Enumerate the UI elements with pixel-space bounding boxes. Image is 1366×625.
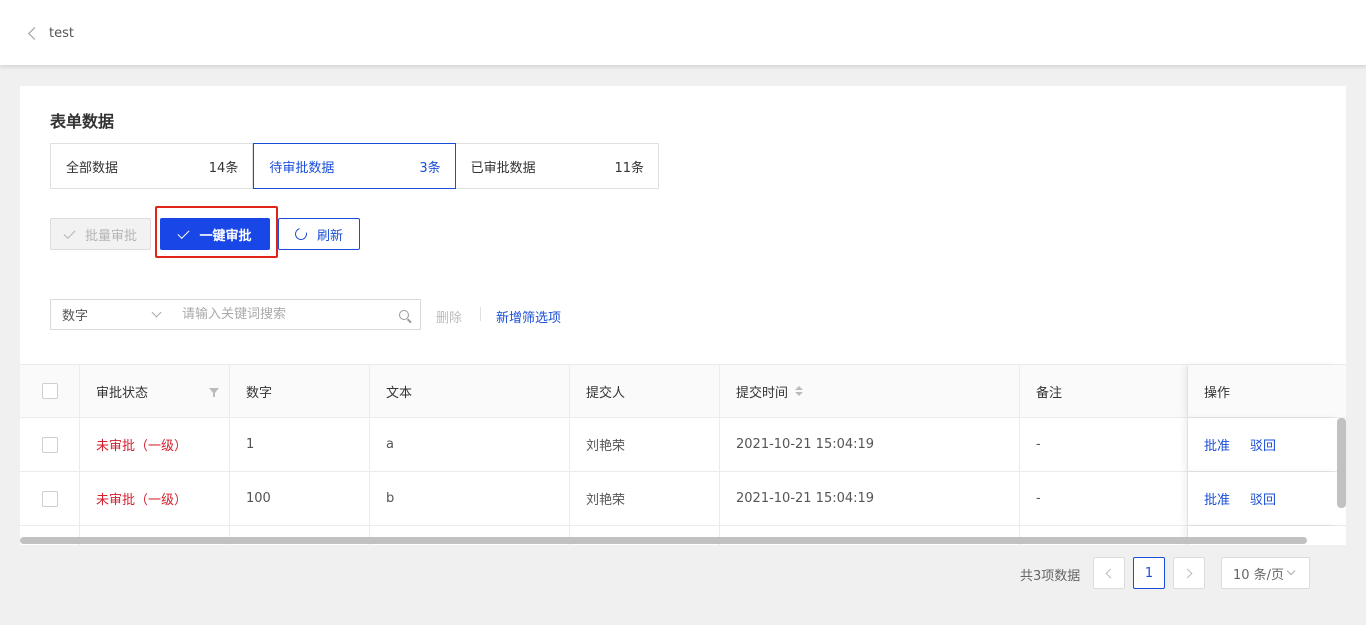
- time-cell: 2021-10-21 15:04:19: [720, 418, 1020, 471]
- table-row: 未审批（一级） 1 a 刘艳荣 2021-10-21 15:04:19 - 批准…: [20, 418, 1346, 472]
- status-cell: 未审批（一级）: [80, 418, 230, 471]
- column-title: 备注: [1036, 385, 1063, 401]
- horizontal-scrollbar[interactable]: [20, 537, 1307, 544]
- chevron-down-icon: [151, 307, 162, 318]
- filter-field-select[interactable]: 数字: [50, 299, 172, 330]
- pagination-total: 共3项数据: [1020, 569, 1081, 584]
- tab-label: 全部数据: [66, 160, 119, 176]
- form-data-card: 表单数据 全部数据 14条 待审批数据 3条 已审批数据 11条 批量审批 一键…: [20, 86, 1346, 545]
- column-header-actions: 操作: [1188, 365, 1338, 417]
- check-icon: [177, 226, 190, 239]
- refresh-button[interactable]: 刷新: [278, 218, 360, 250]
- row-checkbox[interactable]: [42, 436, 58, 453]
- reject-link[interactable]: 驳回: [1250, 435, 1276, 454]
- column-title: 文本: [386, 385, 413, 401]
- one-click-approve-button[interactable]: 一键审批: [160, 218, 270, 250]
- prev-page-button[interactable]: [1093, 557, 1125, 589]
- check-icon: [63, 226, 76, 239]
- back-label: test: [49, 25, 74, 41]
- tab-label: 待审批数据: [269, 160, 335, 176]
- column-header-number: 数字: [230, 365, 370, 417]
- actions-cell: 批准 驳回: [1188, 418, 1338, 471]
- note-cell: -: [1020, 472, 1188, 525]
- filter-field-value: 数字: [62, 309, 89, 324]
- column-title: 提交人: [586, 385, 626, 401]
- data-table: 审批状态 数字 文本 提交人 提交时间 备注 操作 未审批（一级） 1 a 刘艳…: [20, 364, 1346, 545]
- approve-link[interactable]: 批准: [1204, 489, 1230, 508]
- actions-cell: 批准 驳回: [1188, 472, 1338, 525]
- tab-count: 11条: [614, 160, 644, 176]
- delete-filter-link[interactable]: 删除: [436, 307, 462, 326]
- table-row: 未审批（一级） 100 b 刘艳荣 2021-10-21 15:04:19 - …: [20, 472, 1346, 526]
- number-cell: 100: [230, 472, 370, 525]
- row-checkbox[interactable]: [42, 490, 58, 507]
- chevron-left-icon: [28, 26, 41, 40]
- time-cell: 2021-10-21 15:04:19: [720, 472, 1020, 525]
- submitter-cell: 刘艳荣: [570, 472, 720, 525]
- column-header-text: 文本: [370, 365, 570, 417]
- divider: [480, 307, 481, 321]
- chevron-right-icon: [1182, 568, 1193, 578]
- search-icon[interactable]: [399, 309, 409, 320]
- column-title: 数字: [246, 385, 273, 401]
- batch-approve-button[interactable]: 批量审批: [50, 218, 151, 250]
- page-1-button[interactable]: 1: [1133, 557, 1165, 589]
- tab-count: 3条: [419, 160, 441, 176]
- search-input[interactable]: [182, 307, 393, 322]
- column-title: 审批状态: [96, 385, 149, 401]
- column-header-note: 备注: [1020, 365, 1188, 417]
- row-select-cell: [20, 472, 80, 525]
- select-all-cell: [20, 365, 80, 417]
- table-header-row: 审批状态 数字 文本 提交人 提交时间 备注 操作: [20, 364, 1346, 418]
- top-bar: test: [0, 0, 1366, 65]
- column-header-time[interactable]: 提交时间: [720, 365, 1020, 417]
- submitter-cell: 刘艳荣: [570, 418, 720, 471]
- data-tabs: 全部数据 14条 待审批数据 3条 已审批数据 11条: [50, 143, 659, 189]
- tab-all-data[interactable]: 全部数据 14条: [51, 144, 254, 188]
- refresh-label: 刷新: [316, 228, 343, 244]
- approve-link[interactable]: 批准: [1204, 435, 1230, 454]
- section-title: 表单数据: [50, 112, 115, 131]
- page-size-select[interactable]: 10 条/页: [1221, 557, 1310, 589]
- text-cell: b: [370, 472, 570, 525]
- one-click-approve-label: 一键审批: [199, 228, 252, 244]
- back-button[interactable]: test: [26, 22, 74, 44]
- tab-pending-data[interactable]: 待审批数据 3条: [253, 143, 456, 189]
- status-cell: 未审批（一级）: [80, 472, 230, 525]
- tab-label: 已审批数据: [470, 160, 536, 176]
- text-cell: a: [370, 418, 570, 471]
- vertical-scrollbar[interactable]: [1337, 418, 1346, 508]
- column-title: 操作: [1204, 385, 1231, 401]
- sort-icon[interactable]: [795, 386, 804, 396]
- select-all-checkbox[interactable]: [42, 383, 58, 399]
- note-cell: -: [1020, 418, 1188, 471]
- tab-approved-data[interactable]: 已审批数据 11条: [456, 144, 658, 188]
- reject-link[interactable]: 驳回: [1250, 489, 1276, 508]
- add-filter-link[interactable]: 新增筛选项: [496, 307, 561, 326]
- page-size-value: 10 条/页: [1233, 567, 1285, 583]
- chevron-down-icon: [1286, 566, 1296, 576]
- filter-icon[interactable]: [209, 388, 219, 397]
- column-header-status: 审批状态: [80, 365, 230, 417]
- column-title: 提交时间: [736, 385, 789, 401]
- chevron-left-icon: [1105, 568, 1116, 578]
- column-header-submitter: 提交人: [570, 365, 720, 417]
- number-cell: 1: [230, 418, 370, 471]
- next-page-button[interactable]: [1173, 557, 1205, 589]
- search-field[interactable]: [171, 299, 421, 330]
- batch-approve-label: 批量审批: [84, 228, 137, 244]
- tab-count: 14条: [208, 160, 239, 176]
- refresh-icon: [292, 225, 310, 243]
- row-select-cell: [20, 418, 80, 471]
